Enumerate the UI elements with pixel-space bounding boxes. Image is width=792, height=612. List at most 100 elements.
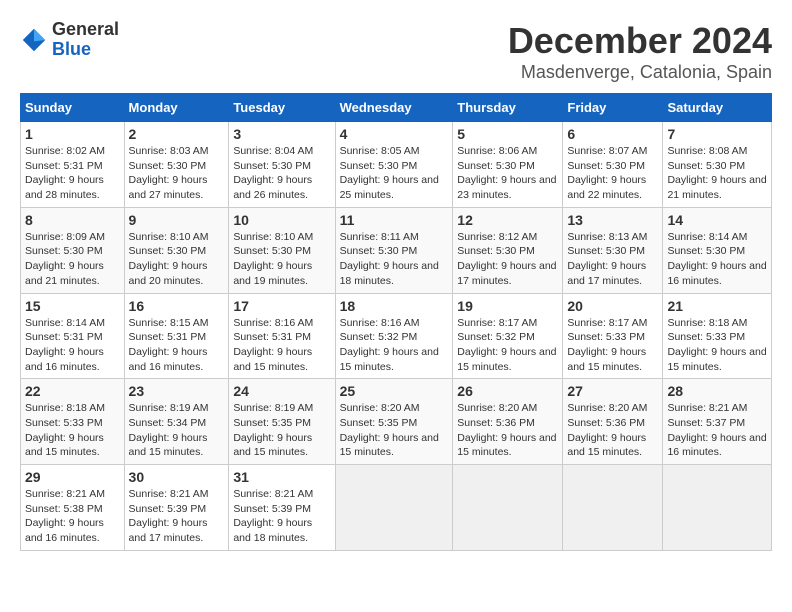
calendar-day-cell: 15 Sunrise: 8:14 AMSunset: 5:31 PMDayligh… [21, 293, 125, 379]
day-info: Sunrise: 8:16 AMSunset: 5:31 PMDaylight:… [233, 316, 330, 375]
calendar-day-cell [335, 465, 453, 551]
day-number: 4 [340, 126, 449, 142]
day-info: Sunrise: 8:07 AMSunset: 5:30 PMDaylight:… [567, 144, 658, 203]
day-number: 15 [25, 298, 120, 314]
calendar-day-cell: 12 Sunrise: 8:12 AMSunset: 5:30 PMDayligh… [453, 207, 563, 293]
day-info: Sunrise: 8:17 AMSunset: 5:33 PMDaylight:… [567, 316, 658, 375]
day-info: Sunrise: 8:17 AMSunset: 5:32 PMDaylight:… [457, 316, 558, 375]
subtitle: Masdenverge, Catalonia, Spain [508, 62, 772, 83]
day-number: 31 [233, 469, 330, 485]
calendar-day-cell: 21 Sunrise: 8:18 AMSunset: 5:33 PMDayligh… [663, 293, 772, 379]
day-info: Sunrise: 8:10 AMSunset: 5:30 PMDaylight:… [233, 230, 330, 289]
day-number: 28 [667, 383, 767, 399]
main-title: December 2024 [508, 20, 772, 62]
day-info: Sunrise: 8:06 AMSunset: 5:30 PMDaylight:… [457, 144, 558, 203]
day-number: 22 [25, 383, 120, 399]
day-number: 20 [567, 298, 658, 314]
day-info: Sunrise: 8:04 AMSunset: 5:30 PMDaylight:… [233, 144, 330, 203]
calendar-header-cell: Wednesday [335, 94, 453, 122]
day-info: Sunrise: 8:21 AMSunset: 5:38 PMDaylight:… [25, 487, 120, 546]
calendar-day-cell: 23 Sunrise: 8:19 AMSunset: 5:34 PMDayligh… [124, 379, 229, 465]
day-info: Sunrise: 8:05 AMSunset: 5:30 PMDaylight:… [340, 144, 449, 203]
day-info: Sunrise: 8:08 AMSunset: 5:30 PMDaylight:… [667, 144, 767, 203]
calendar-day-cell: 24 Sunrise: 8:19 AMSunset: 5:35 PMDayligh… [229, 379, 335, 465]
calendar-day-cell: 17 Sunrise: 8:16 AMSunset: 5:31 PMDayligh… [229, 293, 335, 379]
calendar-header-cell: Tuesday [229, 94, 335, 122]
calendar-header-cell: Thursday [453, 94, 563, 122]
title-block: December 2024 Masdenverge, Catalonia, Sp… [508, 20, 772, 83]
calendar-day-cell: 6 Sunrise: 8:07 AMSunset: 5:30 PMDaylight… [563, 122, 663, 208]
day-info: Sunrise: 8:21 AMSunset: 5:39 PMDaylight:… [129, 487, 225, 546]
calendar-day-cell: 9 Sunrise: 8:10 AMSunset: 5:30 PMDaylight… [124, 207, 229, 293]
day-info: Sunrise: 8:20 AMSunset: 5:36 PMDaylight:… [567, 401, 658, 460]
day-number: 23 [129, 383, 225, 399]
calendar-day-cell: 14 Sunrise: 8:14 AMSunset: 5:30 PMDayligh… [663, 207, 772, 293]
calendar-day-cell: 25 Sunrise: 8:20 AMSunset: 5:35 PMDayligh… [335, 379, 453, 465]
calendar-day-cell: 28Sunrise: 8:21 AMSunset: 5:37 PMDayligh… [663, 379, 772, 465]
calendar-table: SundayMondayTuesdayWednesdayThursdayFrid… [20, 93, 772, 551]
logo: General Blue [20, 20, 119, 60]
calendar-day-cell [563, 465, 663, 551]
day-number: 26 [457, 383, 558, 399]
calendar-day-cell: 22Sunrise: 8:18 AMSunset: 5:33 PMDayligh… [21, 379, 125, 465]
calendar-header-cell: Monday [124, 94, 229, 122]
day-number: 3 [233, 126, 330, 142]
day-number: 18 [340, 298, 449, 314]
day-number: 14 [667, 212, 767, 228]
calendar-header-row: SundayMondayTuesdayWednesdayThursdayFrid… [21, 94, 772, 122]
calendar-day-cell: 27 Sunrise: 8:20 AMSunset: 5:36 PMDayligh… [563, 379, 663, 465]
day-info: Sunrise: 8:20 AMSunset: 5:35 PMDaylight:… [340, 401, 449, 460]
day-number: 27 [567, 383, 658, 399]
calendar-day-cell: 2 Sunrise: 8:03 AMSunset: 5:30 PMDaylight… [124, 122, 229, 208]
calendar-day-cell: 11 Sunrise: 8:11 AMSunset: 5:30 PMDayligh… [335, 207, 453, 293]
day-number: 2 [129, 126, 225, 142]
day-info: Sunrise: 8:11 AMSunset: 5:30 PMDaylight:… [340, 230, 449, 289]
calendar-day-cell: 1 Sunrise: 8:02 AMSunset: 5:31 PMDaylight… [21, 122, 125, 208]
day-number: 12 [457, 212, 558, 228]
calendar-day-cell: 5 Sunrise: 8:06 AMSunset: 5:30 PMDaylight… [453, 122, 563, 208]
day-number: 25 [340, 383, 449, 399]
calendar-header-cell: Saturday [663, 94, 772, 122]
day-number: 17 [233, 298, 330, 314]
calendar-week-row: 1 Sunrise: 8:02 AMSunset: 5:31 PMDaylight… [21, 122, 772, 208]
day-number: 8 [25, 212, 120, 228]
day-number: 5 [457, 126, 558, 142]
day-info: Sunrise: 8:14 AMSunset: 5:31 PMDaylight:… [25, 316, 120, 375]
calendar-day-cell: 16Sunrise: 8:15 AMSunset: 5:31 PMDayligh… [124, 293, 229, 379]
calendar-day-cell [663, 465, 772, 551]
day-info: Sunrise: 8:20 AMSunset: 5:36 PMDaylight:… [457, 401, 558, 460]
day-info: Sunrise: 8:03 AMSunset: 5:30 PMDaylight:… [129, 144, 225, 203]
day-info: Sunrise: 8:19 AMSunset: 5:34 PMDaylight:… [129, 401, 225, 460]
day-info: Sunrise: 8:19 AMSunset: 5:35 PMDaylight:… [233, 401, 330, 460]
calendar-day-cell: 29Sunrise: 8:21 AMSunset: 5:38 PMDayligh… [21, 465, 125, 551]
calendar-day-cell [453, 465, 563, 551]
calendar-day-cell: 10Sunrise: 8:10 AMSunset: 5:30 PMDayligh… [229, 207, 335, 293]
day-info: Sunrise: 8:18 AMSunset: 5:33 PMDaylight:… [667, 316, 767, 375]
day-info: Sunrise: 8:14 AMSunset: 5:30 PMDaylight:… [667, 230, 767, 289]
calendar-header-cell: Sunday [21, 94, 125, 122]
day-number: 19 [457, 298, 558, 314]
calendar-week-row: 8Sunrise: 8:09 AMSunset: 5:30 PMDaylight… [21, 207, 772, 293]
day-number: 30 [129, 469, 225, 485]
day-info: Sunrise: 8:15 AMSunset: 5:31 PMDaylight:… [129, 316, 225, 375]
day-info: Sunrise: 8:02 AMSunset: 5:31 PMDaylight:… [25, 144, 120, 203]
day-number: 9 [129, 212, 225, 228]
day-number: 13 [567, 212, 658, 228]
day-number: 7 [667, 126, 767, 142]
day-number: 1 [25, 126, 120, 142]
calendar-day-cell: 13Sunrise: 8:13 AMSunset: 5:30 PMDayligh… [563, 207, 663, 293]
day-info: Sunrise: 8:12 AMSunset: 5:30 PMDaylight:… [457, 230, 558, 289]
day-number: 21 [667, 298, 767, 314]
calendar-day-cell: 8Sunrise: 8:09 AMSunset: 5:30 PMDaylight… [21, 207, 125, 293]
day-number: 11 [340, 212, 449, 228]
calendar-body: 1 Sunrise: 8:02 AMSunset: 5:31 PMDaylight… [21, 122, 772, 551]
calendar-day-cell: 3 Sunrise: 8:04 AMSunset: 5:30 PMDaylight… [229, 122, 335, 208]
calendar-week-row: 22Sunrise: 8:18 AMSunset: 5:33 PMDayligh… [21, 379, 772, 465]
logo-text: General Blue [52, 20, 119, 60]
day-info: Sunrise: 8:10 AMSunset: 5:30 PMDaylight:… [129, 230, 225, 289]
calendar-day-cell: 26 Sunrise: 8:20 AMSunset: 5:36 PMDayligh… [453, 379, 563, 465]
day-number: 6 [567, 126, 658, 142]
day-number: 24 [233, 383, 330, 399]
logo-icon [20, 26, 48, 54]
calendar-day-cell: 4 Sunrise: 8:05 AMSunset: 5:30 PMDaylight… [335, 122, 453, 208]
